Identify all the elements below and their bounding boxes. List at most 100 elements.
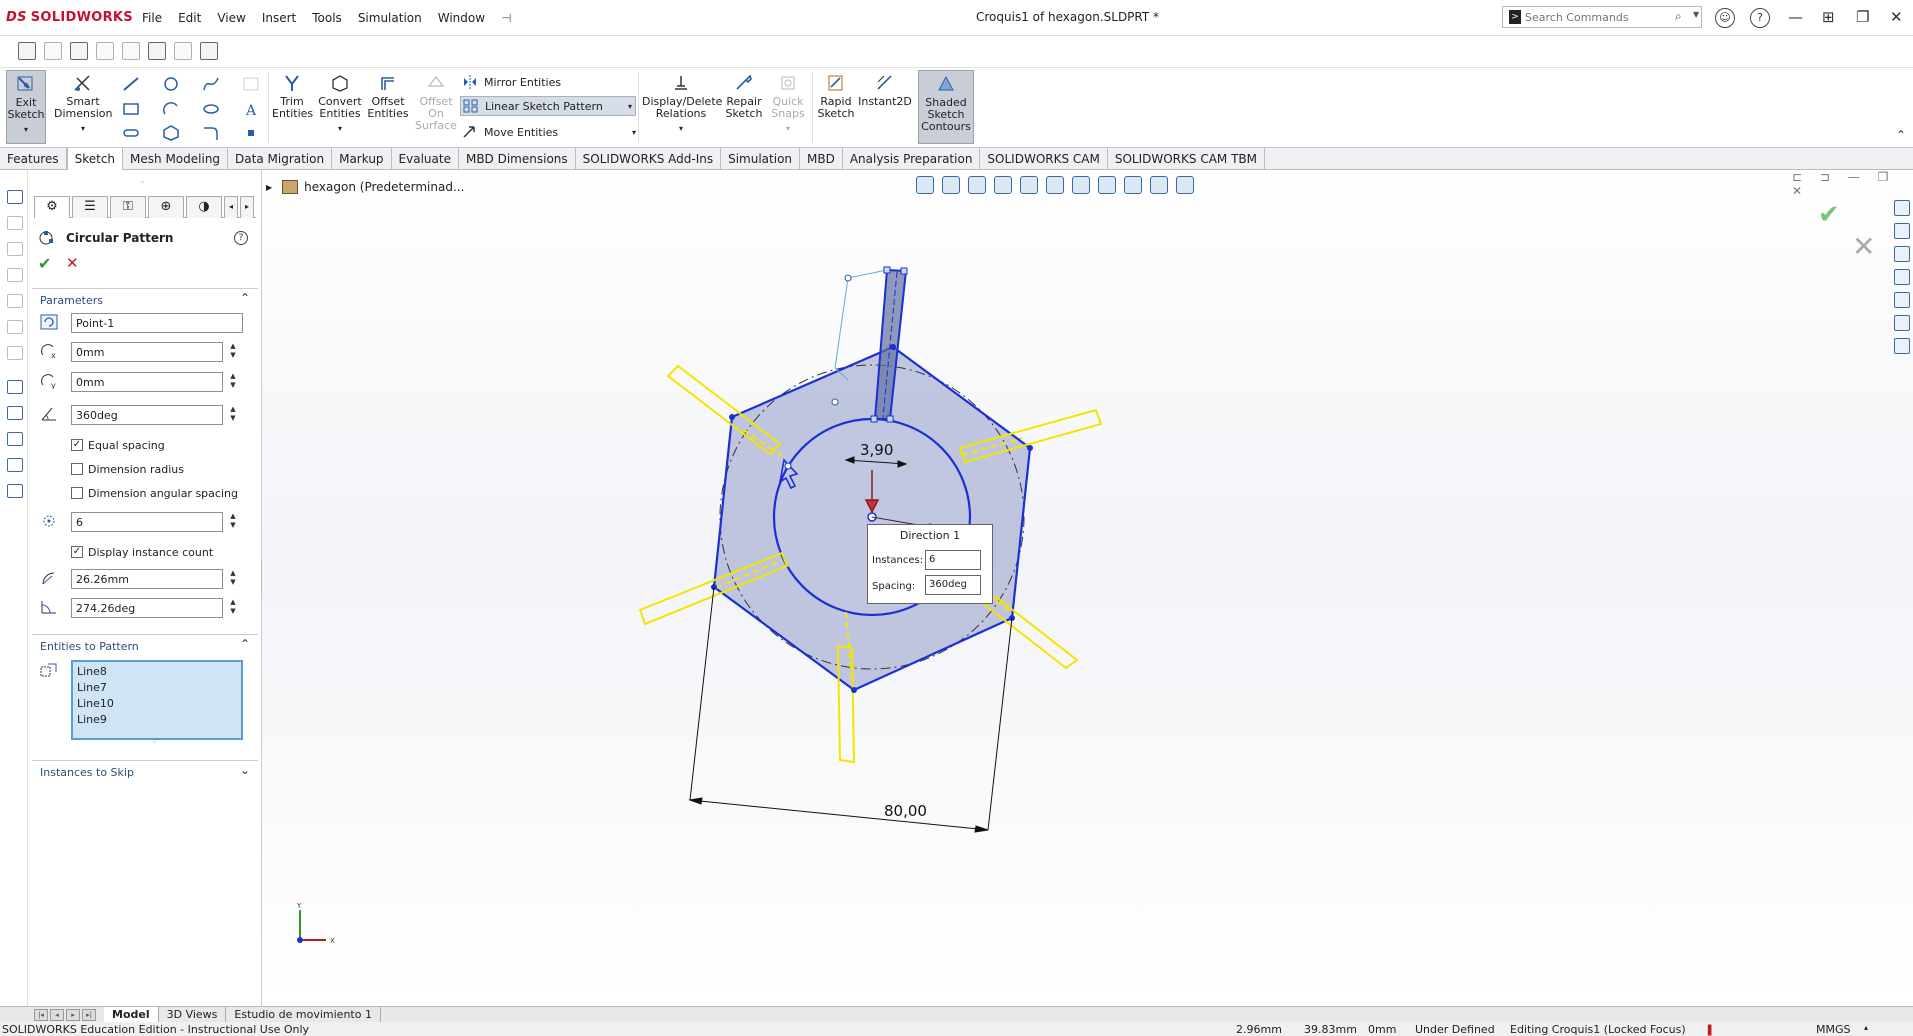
tile-right-icon[interactable]: ⊐ <box>1820 170 1830 184</box>
confirm-ok-icon[interactable]: ✔ <box>1818 200 1840 230</box>
arc-icon[interactable] <box>162 101 180 117</box>
minimize-icon[interactable]: — <box>1848 170 1860 184</box>
check-sketch-icon[interactable] <box>200 42 218 60</box>
previous-view-icon[interactable] <box>968 176 986 194</box>
menu-view[interactable]: View <box>217 11 245 25</box>
display-style-icon[interactable] <box>1072 176 1090 194</box>
list-item[interactable]: Line8 <box>77 664 237 680</box>
dynamic-annotation-icon[interactable] <box>1020 176 1038 194</box>
slot-endpoint[interactable] <box>900 267 908 275</box>
vertex-point[interactable] <box>1027 445 1033 451</box>
edit-appearance-icon[interactable] <box>1124 176 1142 194</box>
angle-spinner[interactable]: ▲ ▼ <box>228 405 238 425</box>
offset-entities-button[interactable]: Offset Entities <box>366 70 410 144</box>
chevron-down-icon[interactable]: ▾ <box>54 123 112 135</box>
last-tab-button[interactable]: ▸| <box>82 1008 96 1021</box>
first-tab-button[interactable]: |◂ <box>34 1008 48 1021</box>
slot-endpoint[interactable] <box>870 415 878 423</box>
repair-sketch-button[interactable]: Repair Sketch <box>722 70 766 144</box>
spacing-callout-field[interactable]: 360deg <box>925 575 981 595</box>
table-icon[interactable] <box>7 294 23 308</box>
tab-mbd-dimensions[interactable]: MBD Dimensions <box>459 148 576 170</box>
construction-point[interactable] <box>831 398 839 406</box>
instances-field[interactable]: 6 <box>71 512 223 532</box>
save-sketch-icon[interactable] <box>148 42 166 60</box>
menu-simulation[interactable]: Simulation <box>358 11 422 25</box>
display-delete-relations-button[interactable]: Display/Delete Relations ▾ <box>642 70 722 144</box>
cancel-button[interactable]: ✕ <box>66 254 79 272</box>
graphics-area[interactable]: ▶ hexagon (Predeterminad... ⊏ ⊐ — ❐ ✕ ✔ … <box>262 170 1913 1006</box>
pin-menu-icon[interactable]: ⊣ <box>501 11 511 25</box>
instances-spinner[interactable]: ▲ ▼ <box>228 512 238 532</box>
chevron-up-icon[interactable]: ⌃ <box>240 637 250 651</box>
shaded-sketch-contours-button[interactable]: Shaded Sketch Contours <box>918 70 974 144</box>
menu-window[interactable]: Window <box>438 11 485 25</box>
configuration-manager-tab[interactable]: ⚿ <box>110 196 146 218</box>
list-item[interactable]: Line7 <box>77 680 237 696</box>
chevron-down-icon[interactable]: ▾ <box>642 123 720 135</box>
file-explorer-icon[interactable] <box>1894 269 1910 285</box>
tab-markup[interactable]: Markup <box>332 148 392 170</box>
chevron-up-icon[interactable]: ▴ <box>1864 1023 1868 1032</box>
dimension-angular-spacing-checkbox[interactable]: Dimension angular spacing <box>71 486 238 500</box>
chevron-up-icon[interactable]: ⌃ <box>240 291 250 305</box>
linear-sketch-pattern-button[interactable]: Linear Sketch Pattern ▾ <box>460 96 636 116</box>
radius-spinner[interactable]: ▲ ▼ <box>228 569 238 589</box>
insert-sketch-icon[interactable] <box>70 42 88 60</box>
monitor-icon[interactable] <box>7 432 23 446</box>
checkbox-checked[interactable]: ✓ <box>71 439 83 451</box>
center-x-field[interactable]: 0mm <box>71 342 223 362</box>
tab-3d-views[interactable]: 3D Views <box>159 1007 227 1022</box>
view-palette-icon[interactable] <box>1894 292 1910 308</box>
tab-solidworks-add-ins[interactable]: SOLIDWORKS Add-Ins <box>576 148 722 170</box>
copy-icon[interactable] <box>7 216 23 230</box>
sketch-check-icon[interactable] <box>7 380 23 394</box>
grid-icon[interactable] <box>174 42 192 60</box>
help-icon[interactable]: ? <box>234 231 248 245</box>
move-entities-button[interactable]: Move Entities ▾ <box>462 125 636 139</box>
units-selector[interactable]: MMGS <box>1816 1023 1851 1036</box>
layers-icon[interactable] <box>7 190 23 204</box>
ok-button[interactable]: ✔ <box>38 254 51 273</box>
angle-field[interactable]: 360deg <box>71 405 223 425</box>
line-icon[interactable] <box>122 76 140 92</box>
dimxpert-tab[interactable]: ⊕ <box>148 196 184 218</box>
quick-snaps-button[interactable]: Quick Snaps ▾ <box>768 70 808 144</box>
search-icon[interactable]: ⌕ <box>1675 9 1682 24</box>
help-icon[interactable]: ? <box>1750 8 1770 28</box>
center-point-field[interactable]: Point-1 <box>71 313 243 333</box>
tab-model[interactable]: Model <box>104 1007 159 1022</box>
view-settings-icon[interactable] <box>1176 176 1194 194</box>
ellipse-icon[interactable] <box>202 101 220 117</box>
zoom-to-area-icon[interactable] <box>942 176 960 194</box>
center-y-field[interactable]: 0mm <box>71 372 223 392</box>
copy-sketch-icon[interactable] <box>122 42 140 60</box>
chevron-down-icon[interactable]: ▼ <box>1693 10 1699 19</box>
point-icon[interactable] <box>242 125 260 141</box>
center-y-spinner[interactable]: ▲ ▼ <box>228 372 238 392</box>
vertex-point[interactable] <box>890 344 896 350</box>
tab-scroll-left[interactable]: ◂ <box>224 196 238 218</box>
sketch-block-icon[interactable] <box>7 484 23 498</box>
menu-tools[interactable]: Tools <box>312 11 342 25</box>
menu-edit[interactable]: Edit <box>178 11 201 25</box>
text-icon[interactable]: A <box>242 101 260 117</box>
tab-features[interactable]: Features <box>0 148 67 170</box>
search-commands[interactable]: > ⌕ ▼ <box>1502 6 1702 28</box>
instances-callout-field[interactable]: 6 <box>925 550 981 570</box>
section-view-icon[interactable] <box>994 176 1012 194</box>
pattern-handle[interactable] <box>784 462 792 470</box>
apply-scene-icon[interactable] <box>1150 176 1168 194</box>
chevron-down-icon[interactable]: ▾ <box>7 124 45 136</box>
user-icon[interactable]: ☺ <box>1715 8 1735 28</box>
radius-field[interactable]: 26.26mm <box>71 569 223 589</box>
feature-manager-tab[interactable]: ⚙ <box>34 196 70 218</box>
view-orientation-icon[interactable] <box>1046 176 1064 194</box>
layer-icon[interactable] <box>7 242 23 256</box>
chevron-down-icon[interactable]: ▾ <box>316 123 364 135</box>
stack-icon[interactable] <box>7 268 23 282</box>
spline-icon[interactable] <box>202 76 220 92</box>
property-manager-tab[interactable]: ☰ <box>72 196 108 218</box>
tab-sketch[interactable]: Sketch <box>66 148 124 170</box>
tab-scroll-right[interactable]: ▸ <box>240 196 254 218</box>
